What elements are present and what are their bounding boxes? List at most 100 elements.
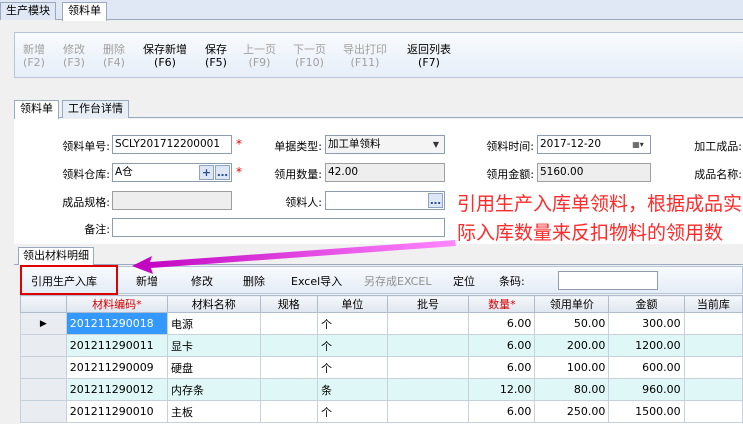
amount-cell[interactable]: 300.00 <box>608 312 685 335</box>
unit-cell[interactable]: 个 <box>317 334 388 357</box>
save-as-excel-button[interactable]: 另存成EXCEL <box>364 273 431 289</box>
price-cell[interactable]: 100.00 <box>534 356 610 379</box>
required-mark: * <box>236 137 242 151</box>
stock-cell[interactable] <box>683 334 743 357</box>
delete-button[interactable]: 删除 (F4) <box>103 43 125 69</box>
qty-cell[interactable]: 6.00 <box>468 334 536 357</box>
qty-cell[interactable]: 6.00 <box>468 400 536 423</box>
column-header[interactable]: 金额 <box>608 295 685 313</box>
material-code-cell[interactable]: 201211290010 <box>65 400 168 423</box>
spec-cell[interactable] <box>259 378 319 401</box>
tab-picking-form[interactable]: 领料单 <box>14 100 59 119</box>
stock-cell[interactable] <box>683 356 743 379</box>
table-row[interactable]: 201211290009 硬盘 个 6.00 100.00 600.00 <box>20 356 743 379</box>
column-header[interactable]: 当前库 <box>683 295 743 313</box>
plus-icon[interactable]: + <box>199 165 214 180</box>
batch-cell[interactable] <box>386 312 470 335</box>
remark-field[interactable] <box>112 218 445 237</box>
column-header[interactable]: 数量* <box>468 295 536 313</box>
tab-production-module[interactable]: 生产模块 <box>0 2 56 20</box>
locate-button[interactable]: 定位 <box>453 273 475 289</box>
excel-import-button[interactable]: Excel导入 <box>291 273 342 289</box>
tab-workbench-details[interactable]: 工作台详情 <box>62 100 129 118</box>
tab-picking-order[interactable]: 领料单 <box>62 2 107 21</box>
barcode-input[interactable] <box>558 271 658 290</box>
qty-cell[interactable]: 12.00 <box>468 378 536 401</box>
material-code-cell[interactable]: 201211290011 <box>65 334 168 357</box>
price-cell[interactable]: 50.00 <box>534 312 610 335</box>
batch-cell[interactable] <box>386 356 470 379</box>
order-no-label: 领料单号: <box>62 140 110 153</box>
unit-cell[interactable]: 个 <box>317 356 388 379</box>
save-and-new-button[interactable]: 保存新增 (F6) <box>143 43 187 69</box>
save-button[interactable]: 保存 (F5) <box>205 43 227 69</box>
next-page-button[interactable]: 下一页 (F10) <box>293 43 326 69</box>
amount-cell[interactable]: 1500.00 <box>608 400 685 423</box>
row-indicator-header <box>20 295 67 313</box>
column-header[interactable]: 规格 <box>259 295 319 313</box>
qty-cell[interactable]: 6.00 <box>468 312 536 335</box>
unit-cell[interactable]: 个 <box>317 400 388 423</box>
pick-time-value: 2017-12-20 <box>540 138 602 150</box>
chevron-down-icon[interactable]: ▼ <box>429 137 443 152</box>
batch-cell[interactable] <box>386 400 470 423</box>
column-header[interactable]: 领用单价 <box>534 295 610 313</box>
spec-cell[interactable] <box>259 312 319 335</box>
add-button[interactable]: 新增 (F2) <box>23 43 45 69</box>
doc-type-value: 加工单领料 <box>328 138 381 150</box>
warehouse-field[interactable]: A仓 + … <box>112 163 232 182</box>
material-code-cell[interactable]: 201211290009 <box>65 356 168 379</box>
column-header[interactable]: 材料名称 <box>166 295 261 313</box>
material-code-cell[interactable]: 201211290018 <box>65 312 168 335</box>
spec-cell[interactable] <box>259 400 319 423</box>
materials-table: 材料编码* 材料名称 规格 单位 批号 数量* 领用单价 金额 当前库 ▶ 20… <box>20 295 743 423</box>
column-header[interactable]: 材料编码* <box>65 295 168 313</box>
amount-cell[interactable]: 960.00 <box>608 378 685 401</box>
material-name-cell[interactable]: 内存条 <box>166 378 261 401</box>
batch-cell[interactable] <box>386 334 470 357</box>
table-row[interactable]: 201211290010 主板 个 6.00 250.00 1500.00 <box>20 400 743 423</box>
table-row[interactable]: ▶ 201211290018 电源 个 6.00 50.00 300.00 <box>20 312 743 335</box>
price-cell[interactable]: 80.00 <box>534 378 610 401</box>
price-cell[interactable]: 200.00 <box>534 334 610 357</box>
amount-cell[interactable]: 1200.00 <box>608 334 685 357</box>
material-name-cell[interactable]: 显卡 <box>166 334 261 357</box>
order-no-field[interactable]: SCLY201712200001 <box>112 135 232 154</box>
grid-delete-button[interactable]: 删除 <box>243 273 265 289</box>
tab-issued-materials[interactable]: 领出材料明细 <box>18 247 94 265</box>
doc-type-select[interactable]: 加工单领料 ▼ <box>325 135 445 154</box>
spec-field <box>112 191 232 210</box>
spec-cell[interactable] <box>259 334 319 357</box>
export-print-button[interactable]: 导出打印 (F11) <box>343 43 387 69</box>
stock-cell[interactable] <box>683 400 743 423</box>
edit-button[interactable]: 修改 (F3) <box>63 43 85 69</box>
pick-time-field[interactable]: 2017-12-20 ▦▾ <box>537 135 651 154</box>
prev-page-button[interactable]: 上一页 (F9) <box>243 43 276 69</box>
grid-edit-button[interactable]: 修改 <box>191 273 213 289</box>
picker-field[interactable]: … <box>325 191 445 210</box>
calendar-icon[interactable]: ▦▾ <box>627 137 649 152</box>
material-name-cell[interactable]: 硬盘 <box>166 356 261 379</box>
grid-add-button[interactable]: 新增 <box>136 273 158 289</box>
qty-cell[interactable]: 6.00 <box>468 356 536 379</box>
column-header[interactable]: 单位 <box>317 295 388 313</box>
detail-tab-bar: 领出材料明细 <box>14 246 743 265</box>
ellipsis-icon[interactable]: … <box>215 165 230 180</box>
batch-cell[interactable] <box>386 378 470 401</box>
ellipsis-icon[interactable]: … <box>428 193 443 208</box>
required-mark: * <box>236 165 242 179</box>
table-row[interactable]: 201211290012 内存条 条 12.00 80.00 960.00 <box>20 378 743 401</box>
spec-cell[interactable] <box>259 356 319 379</box>
table-row[interactable]: 201211290011 显卡 个 6.00 200.00 1200.00 <box>20 334 743 357</box>
stock-cell[interactable] <box>683 378 743 401</box>
material-name-cell[interactable]: 主板 <box>166 400 261 423</box>
unit-cell[interactable]: 条 <box>317 378 388 401</box>
material-code-cell[interactable]: 201211290012 <box>65 378 168 401</box>
column-header[interactable]: 批号 <box>386 295 470 313</box>
amount-cell[interactable]: 600.00 <box>608 356 685 379</box>
back-to-list-button[interactable]: 返回列表 (F7) <box>407 43 451 69</box>
unit-cell[interactable]: 个 <box>317 312 388 335</box>
price-cell[interactable]: 250.00 <box>534 400 610 423</box>
material-name-cell[interactable]: 电源 <box>166 312 261 335</box>
stock-cell[interactable] <box>683 312 743 335</box>
